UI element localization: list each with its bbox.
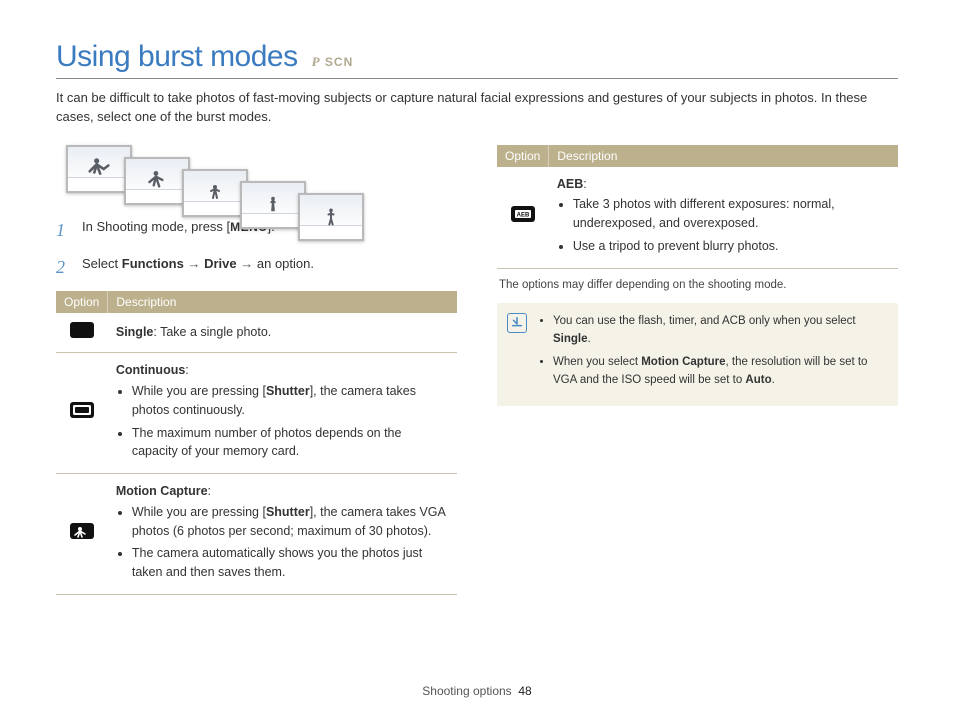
table2-head-option: Option bbox=[497, 145, 549, 167]
info-box: You can use the flash, timer, and ACB on… bbox=[497, 303, 898, 406]
table2-head-desc: Description bbox=[549, 145, 898, 167]
mode-tags: P SCN bbox=[312, 54, 354, 70]
burst-frame-5 bbox=[298, 193, 364, 241]
step-1-number: 1 bbox=[56, 217, 72, 244]
single-icon bbox=[69, 321, 95, 339]
continuous-desc: Continuous: While you are pressing [Shut… bbox=[108, 353, 457, 474]
table-row: AEB AEB: Take 3 photos with different ex… bbox=[497, 167, 898, 269]
table-row: Single: Take a single photo. bbox=[56, 313, 457, 353]
step-2-text: Select Functions → Drive → an option. bbox=[82, 254, 314, 281]
info-item-1: You can use the flash, timer, and ACB on… bbox=[553, 313, 886, 349]
burst-frame-1 bbox=[66, 145, 132, 193]
aeb-icon: AEB bbox=[510, 205, 536, 223]
burst-frame-3 bbox=[182, 169, 248, 217]
continuous-icon bbox=[69, 401, 95, 419]
svg-text:AEB: AEB bbox=[517, 213, 530, 219]
single-desc: Single: Take a single photo. bbox=[108, 313, 457, 353]
info-note-icon bbox=[507, 313, 527, 333]
footer-page-number: 48 bbox=[518, 684, 531, 698]
table1-head-option: Option bbox=[56, 291, 108, 313]
info-item-2: When you select Motion Capture, the reso… bbox=[553, 354, 886, 390]
burst-frame-4 bbox=[240, 181, 306, 229]
table-row: Continuous: While you are pressing [Shut… bbox=[56, 353, 457, 474]
table-row: Motion Capture: While you are pressing [… bbox=[56, 474, 457, 595]
motion-capture-desc: Motion Capture: While you are pressing [… bbox=[108, 474, 457, 595]
aeb-desc: AEB: Take 3 photos with different exposu… bbox=[549, 167, 898, 269]
burst-frame-2 bbox=[124, 157, 190, 205]
step-2: 2 Select Functions → Drive → an option. bbox=[56, 254, 457, 281]
intro-text: It can be difficult to take photos of fa… bbox=[56, 89, 898, 127]
motion-capture-icon bbox=[69, 522, 95, 540]
options-note: The options may differ depending on the … bbox=[499, 279, 898, 291]
step-2-number: 2 bbox=[56, 254, 72, 281]
burst-sequence-illustration bbox=[66, 145, 457, 193]
page-footer: Shooting options 48 bbox=[0, 684, 954, 698]
options-table-1: Option Description Single: Take a single… bbox=[56, 291, 457, 595]
table1-head-desc: Description bbox=[108, 291, 457, 313]
options-table-2: Option Description AEB AEB: Take 3 photo… bbox=[497, 145, 898, 269]
title-rule bbox=[56, 78, 898, 79]
footer-section: Shooting options bbox=[422, 684, 511, 698]
page-title: Using burst modes bbox=[56, 40, 298, 74]
